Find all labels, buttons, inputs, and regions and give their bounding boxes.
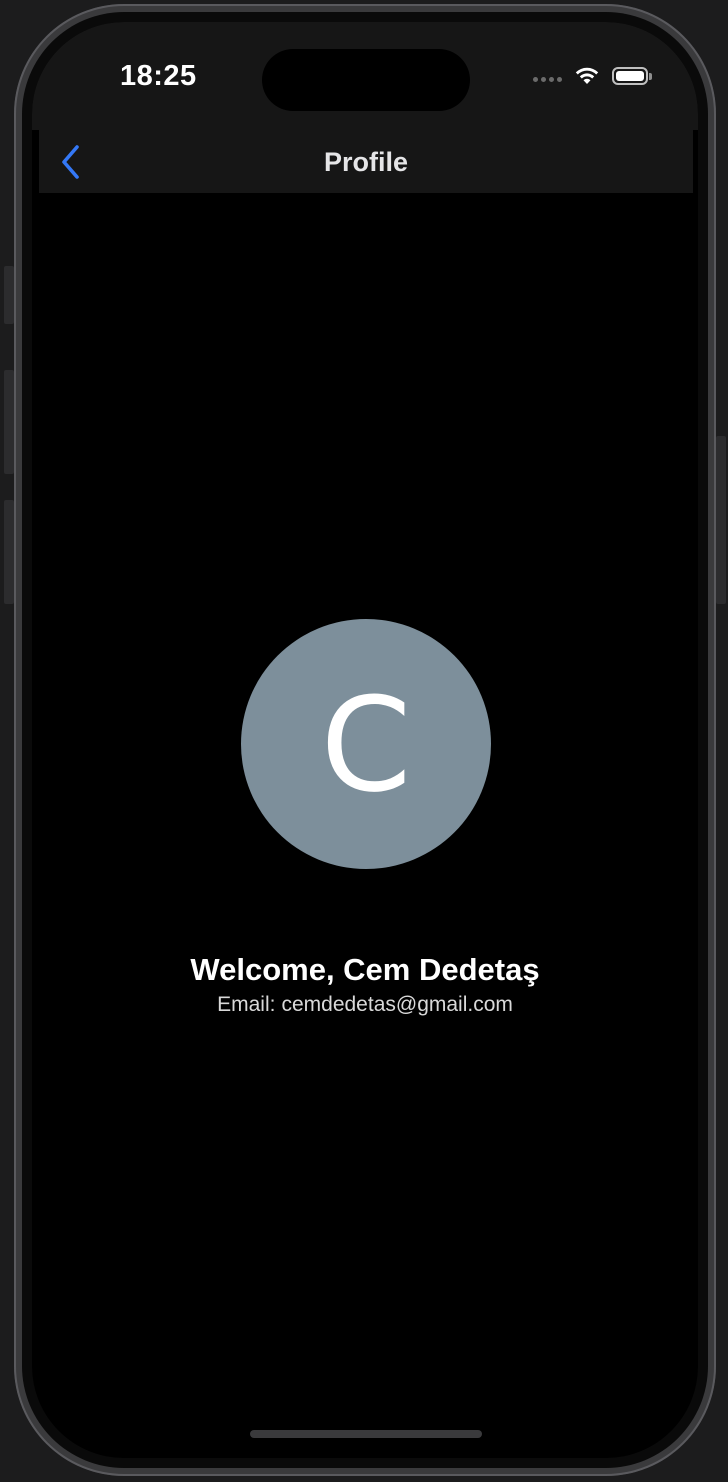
email-label: Email: (217, 993, 276, 1016)
screen: 18:25 Profile C Welcome, Cem Dedetaş Ema… (32, 22, 698, 1458)
page-title: Profile (323, 147, 409, 177)
volume-up-button (4, 370, 14, 474)
signal-dots-icon (533, 76, 562, 82)
navigation-bar: Profile (39, 130, 693, 193)
dynamic-island (262, 49, 470, 111)
power-button (716, 436, 726, 604)
volume-down-button (4, 500, 14, 604)
avatar-initial: C (320, 669, 412, 821)
status-bar: 18:25 (32, 22, 698, 130)
status-icons (533, 66, 652, 86)
welcome-heading: Welcome, Cem Dedetaş (190, 952, 540, 987)
avatar: C (241, 619, 491, 869)
wifi-icon (575, 67, 599, 84)
phone-bezel: 18:25 Profile C Welcome, Cem Dedetaş Ema… (22, 12, 708, 1468)
status-time: 18:25 (120, 60, 197, 92)
phone-frame: 18:25 Profile C Welcome, Cem Dedetaş Ema… (14, 4, 716, 1476)
email-line: Email: cemdedetas@gmail.com (32, 993, 698, 1017)
device-stage: 18:25 Profile C Welcome, Cem Dedetaş Ema… (0, 0, 728, 1482)
battery-icon (612, 67, 652, 85)
email-value: cemdedetas@gmail.com (281, 993, 513, 1016)
mute-switch (4, 266, 14, 324)
home-indicator[interactable] (250, 1430, 482, 1438)
